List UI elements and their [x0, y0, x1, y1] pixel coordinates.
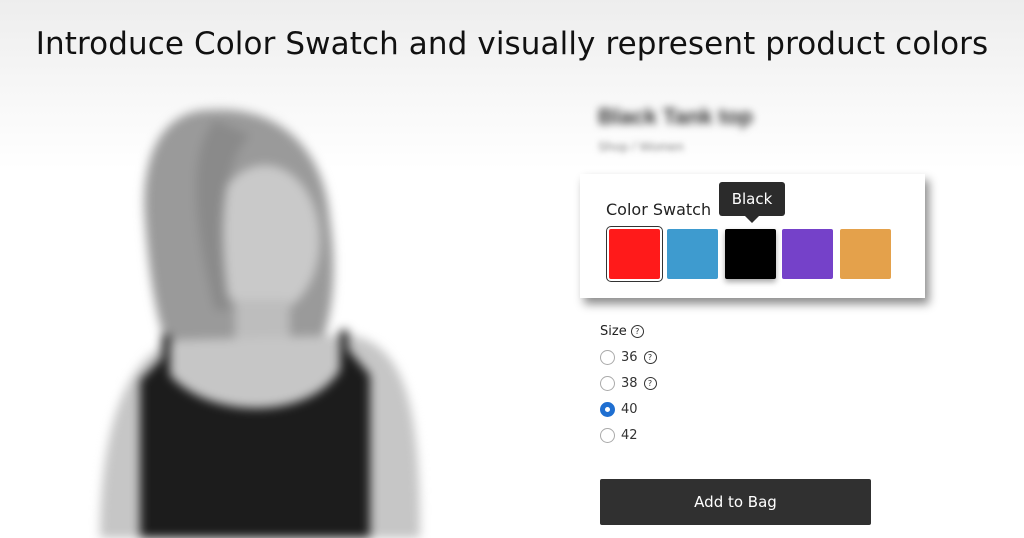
size-option-label: 40 — [621, 402, 638, 417]
color-swatch-card: Color Swatch Black — [580, 174, 925, 298]
swatch-blue[interactable] — [667, 229, 718, 279]
product-title: Black Tank top — [598, 104, 753, 129]
size-radio-38[interactable] — [600, 376, 615, 391]
size-option-label: 36 — [621, 350, 638, 365]
swatch-orange[interactable] — [840, 229, 891, 279]
size-radio-40[interactable] — [600, 402, 615, 417]
page-headline: Introduce Color Swatch and visually repr… — [35, 26, 989, 62]
question-circle-icon[interactable]: ? — [630, 325, 644, 338]
size-label: Size ? — [600, 324, 644, 339]
swatch-black[interactable] — [725, 229, 776, 279]
color-swatch-label: Color Swatch — [606, 200, 712, 219]
product-model-image — [40, 90, 480, 538]
size-option-42[interactable]: 42 — [600, 428, 638, 443]
question-circle-icon[interactable]: ? — [643, 351, 657, 364]
breadcrumb: Shop / Women — [598, 139, 684, 154]
size-option-36[interactable]: 36 ? — [600, 350, 657, 365]
add-to-bag-button[interactable]: Add to Bag — [600, 479, 871, 525]
size-option-40[interactable]: 40 — [600, 402, 638, 417]
question-circle-icon[interactable]: ? — [643, 377, 657, 390]
size-radio-42[interactable] — [600, 428, 615, 443]
size-option-38[interactable]: 38 ? — [600, 376, 657, 391]
size-radio-36[interactable] — [600, 350, 615, 365]
swatch-red[interactable] — [606, 226, 663, 282]
swatch-purple[interactable] — [782, 229, 833, 279]
size-label-text: Size — [600, 324, 627, 339]
size-option-label: 42 — [621, 428, 638, 443]
color-tooltip: Black — [719, 182, 785, 223]
size-option-label: 38 — [621, 376, 638, 391]
